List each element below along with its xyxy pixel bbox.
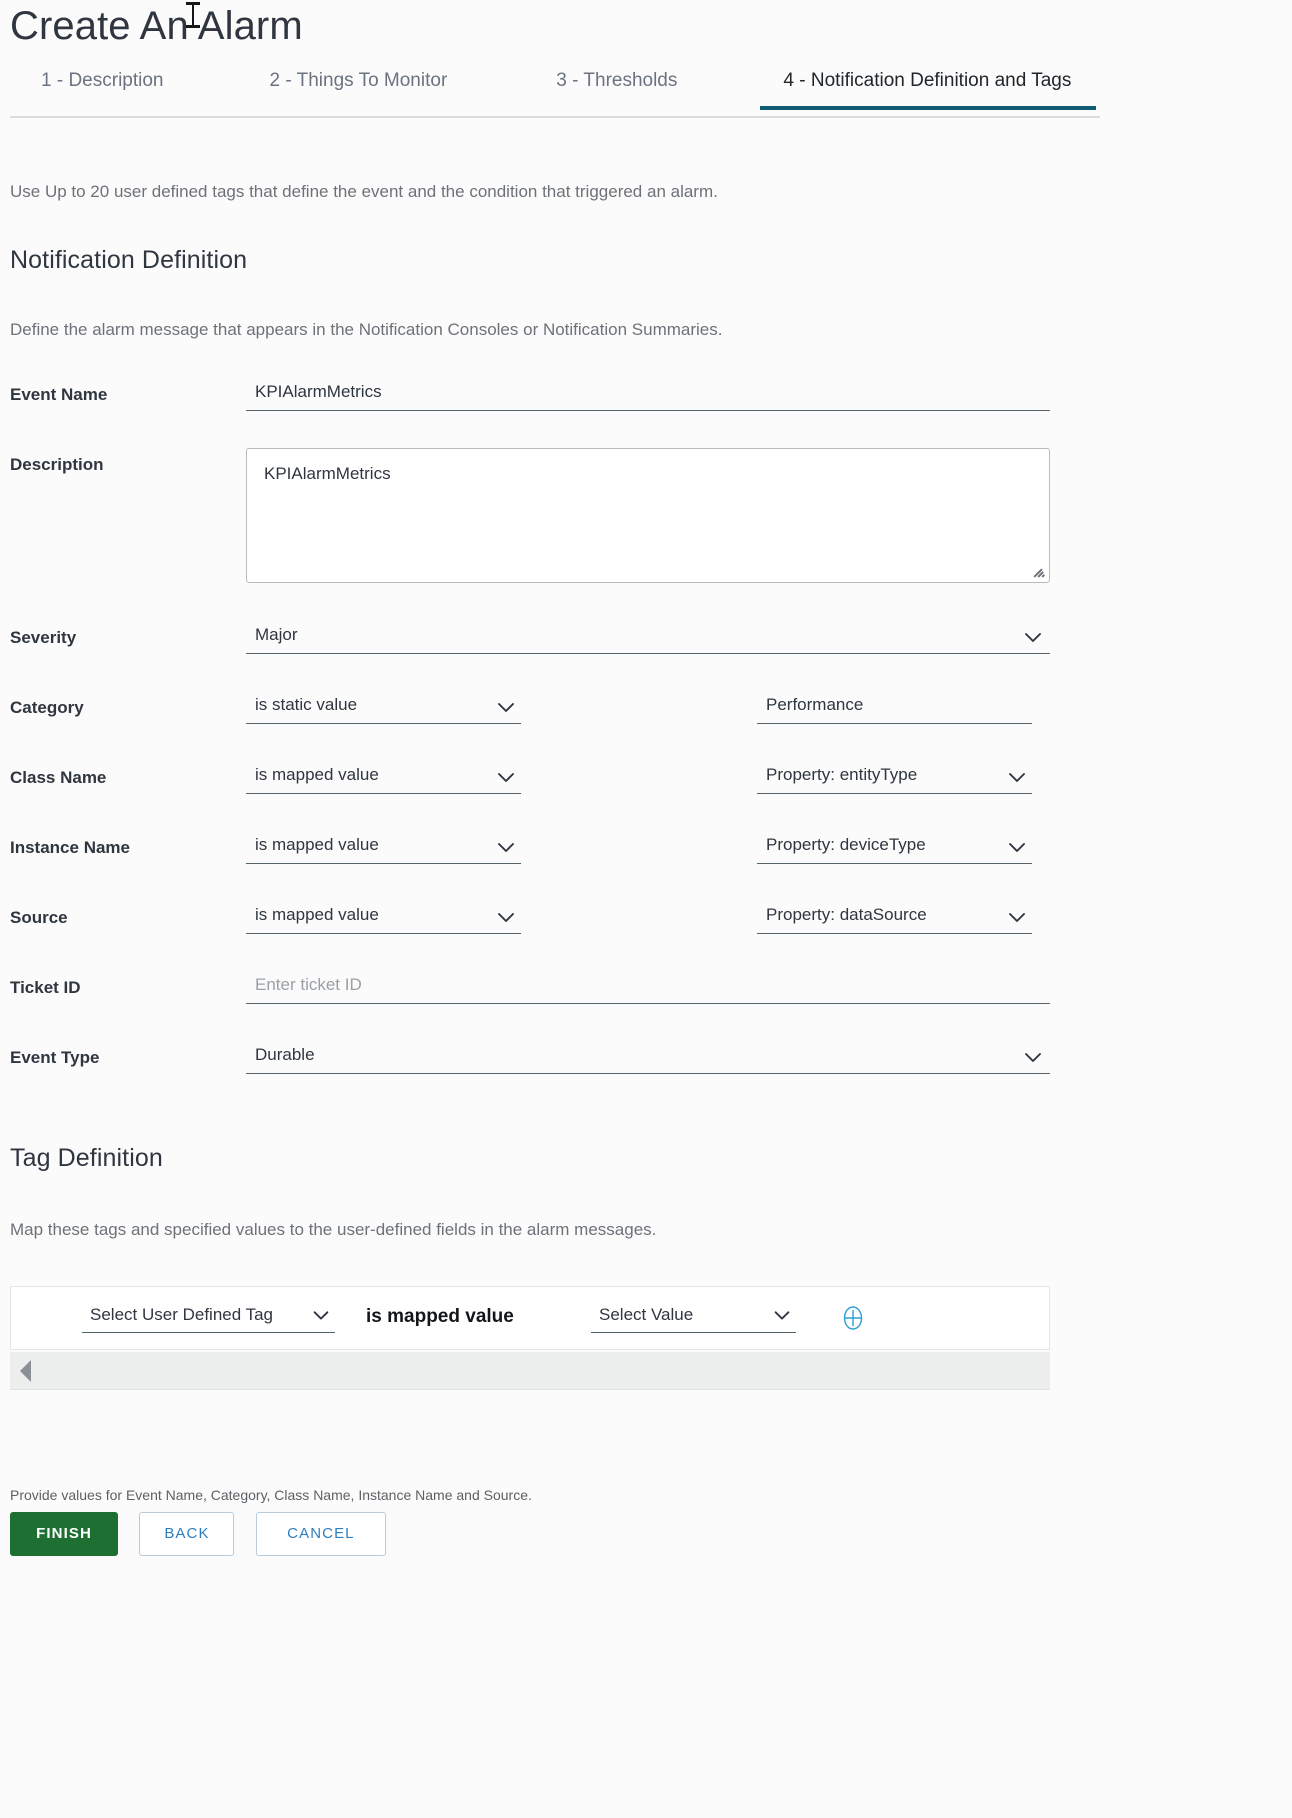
cancel-button[interactable]: CANCEL <box>255 1512 386 1556</box>
class-name-property-value[interactable] <box>757 764 1032 794</box>
create-alarm-wizard-page: Create An Alarm 1 - Description 2 - Thin… <box>0 0 1292 1818</box>
wizard-tab-bar: 1 - Description 2 - Things To Monitor 3 … <box>10 68 1100 118</box>
category-label: Category <box>10 698 84 717</box>
class-name-mode-value[interactable] <box>246 764 521 794</box>
event-type-label: Event Type <box>10 1048 100 1067</box>
ticket-id-input[interactable] <box>246 974 1050 1004</box>
source-label: Source <box>10 908 68 927</box>
intro-text: Use Up to 20 user defined tags that defi… <box>10 182 718 201</box>
tag-definition-subtext: Map these tags and specified values to t… <box>10 1220 657 1239</box>
scroll-left-arrow-icon[interactable] <box>20 1360 31 1382</box>
severity-label: Severity <box>10 628 77 647</box>
notification-definition-subtext: Define the alarm message that appears in… <box>10 320 723 339</box>
source-property-value[interactable] <box>757 904 1032 934</box>
select-value-value[interactable] <box>591 1304 796 1333</box>
tag-table-horizontal-scrollbar[interactable] <box>10 1352 1050 1390</box>
tab-notification-definition-and-tags[interactable]: 4 - Notification Definition and Tags <box>760 68 1097 110</box>
instance-name-label: Instance Name <box>10 838 130 857</box>
validation-message: Provide values for Event Name, Category,… <box>10 1487 532 1503</box>
tab-description[interactable]: 1 - Description <box>41 68 164 108</box>
instance-name-mode-value[interactable] <box>246 834 521 864</box>
page-title: Create An Alarm <box>10 4 303 48</box>
notification-definition-heading: Notification Definition <box>10 246 248 274</box>
source-mode-value[interactable] <box>246 904 521 934</box>
wizard-button-bar: FINISH BACK CANCEL <box>10 1512 403 1556</box>
description-textarea[interactable] <box>246 448 1050 583</box>
instance-name-property-value[interactable] <box>757 834 1032 864</box>
event-name-label: Event Name <box>10 385 108 404</box>
description-label: Description <box>10 455 104 474</box>
category-mode-value[interactable] <box>246 694 521 724</box>
tab-things-to-monitor[interactable]: 2 - Things To Monitor <box>270 68 448 108</box>
ticket-id-label: Ticket ID <box>10 978 81 997</box>
tag-definition-heading: Tag Definition <box>10 1144 163 1172</box>
class-name-label: Class Name <box>10 768 107 787</box>
plus-circle-icon <box>843 1306 863 1330</box>
category-value-input[interactable] <box>757 694 1032 724</box>
add-tag-row-button[interactable] <box>840 1305 866 1331</box>
back-button[interactable]: BACK <box>139 1512 235 1556</box>
severity-value[interactable] <box>246 624 1050 654</box>
tab-thresholds[interactable]: 3 - Thresholds <box>556 68 677 108</box>
finish-button[interactable]: FINISH <box>10 1512 118 1556</box>
event-type-value[interactable] <box>246 1044 1050 1074</box>
tag-operator-label: is mapped value <box>366 1306 514 1327</box>
event-name-input[interactable] <box>246 381 1050 411</box>
select-user-defined-tag-value[interactable] <box>82 1304 335 1333</box>
tag-row-card: is mapped value <box>10 1286 1050 1350</box>
